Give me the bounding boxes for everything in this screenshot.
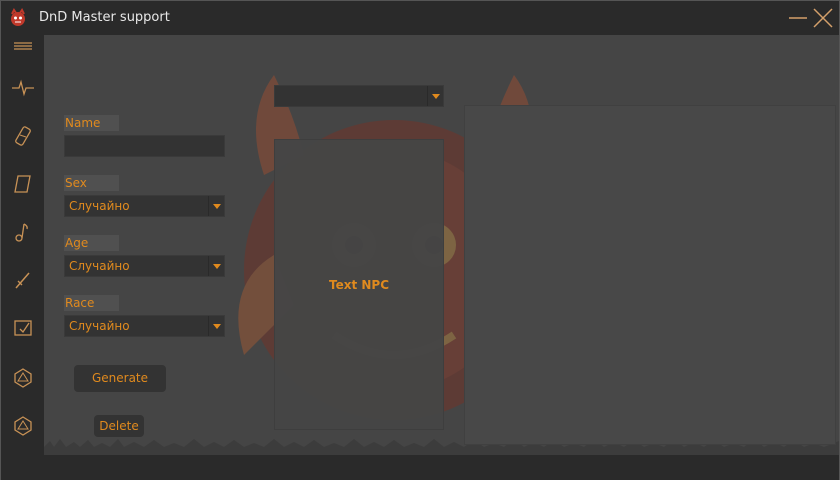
chevron-down-icon (208, 196, 224, 216)
sidebar (1, 35, 44, 455)
race-select-value: Случайно (69, 319, 130, 333)
template-select[interactable] (274, 85, 444, 107)
npc-text: Text NPC (328, 277, 390, 292)
race-select[interactable]: Случайно (64, 315, 225, 337)
scroll-icon[interactable] (8, 169, 38, 199)
checklist-icon[interactable] (8, 313, 38, 343)
window-title: DnD Master support (39, 10, 170, 25)
npc-output-panel[interactable] (464, 105, 836, 445)
app-logo-icon (11, 8, 25, 26)
d20-alt-icon[interactable] (8, 411, 38, 441)
chevron-down-icon (427, 86, 443, 106)
minimize-icon[interactable] (787, 7, 809, 29)
title-bar[interactable]: DnD Master support (1, 1, 839, 35)
bandage-icon[interactable] (8, 121, 38, 151)
race-label: Race (64, 295, 119, 311)
music-note-icon[interactable] (8, 217, 38, 247)
age-select[interactable]: Случайно (64, 255, 225, 277)
main-content: Name Sex Случайно Age Случайно Race Случ… (44, 35, 839, 455)
sex-select[interactable]: Случайно (64, 195, 225, 217)
dagger-icon[interactable] (8, 265, 38, 295)
status-bar (1, 455, 839, 480)
age-label: Age (64, 235, 119, 251)
npc-text-panel: Text NPC (274, 139, 444, 430)
age-select-value: Случайно (69, 259, 130, 273)
close-icon[interactable] (811, 6, 835, 30)
generate-button[interactable]: Generate (74, 365, 166, 392)
chevron-down-icon (208, 316, 224, 336)
d20-icon[interactable] (8, 363, 38, 393)
pulse-icon[interactable] (8, 73, 38, 103)
name-field[interactable] (64, 135, 225, 157)
name-label: Name (64, 115, 119, 131)
delete-button[interactable]: Delete (94, 415, 144, 437)
sex-label: Sex (64, 175, 119, 191)
menu-icon[interactable] (8, 31, 38, 61)
chevron-down-icon (208, 256, 224, 276)
app-window: DnD Master support Name Sex Случайно Age… (0, 0, 840, 480)
sex-select-value: Случайно (69, 199, 130, 213)
